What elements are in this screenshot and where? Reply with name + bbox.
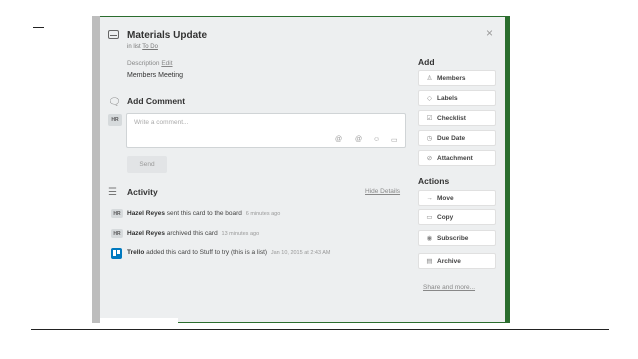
activity-item: Hazel Reyes archived this card 13 minute…	[127, 230, 259, 237]
avatar[interactable]: HR	[111, 229, 123, 238]
activity-user[interactable]: Hazel Reyes	[127, 230, 165, 237]
button-label: Checklist	[437, 114, 466, 122]
members-button[interactable]: ♙ Members	[418, 70, 496, 86]
checklist-icon: ☑	[426, 115, 433, 122]
comment-input[interactable]: Write a comment... @ @ ☺ ▭	[126, 113, 406, 148]
person-icon: ♙	[426, 75, 433, 82]
card-icon	[108, 30, 119, 39]
mention-icon[interactable]: @	[335, 136, 342, 143]
avatar[interactable]: HR	[111, 209, 123, 218]
send-button[interactable]: Send	[127, 156, 167, 173]
arrow-right-icon: →	[426, 194, 433, 202]
add-heading: Add	[418, 57, 435, 67]
emoji-icon[interactable]: ☺	[373, 136, 380, 143]
activity-text: sent this card to the board	[166, 210, 242, 217]
description-label: Description	[127, 60, 160, 67]
move-button[interactable]: → Move	[418, 190, 496, 206]
share-and-more-link[interactable]: Share and more...	[423, 284, 475, 291]
slide-divider-line	[31, 329, 609, 330]
attachment-button[interactable]: ⊘ Attachment	[418, 150, 496, 166]
activity-user[interactable]: Hazel Reyes	[127, 210, 165, 217]
button-label: Move	[437, 194, 454, 202]
comment-placeholder: Write a comment...	[134, 119, 189, 126]
trello-logo-icon	[111, 248, 122, 259]
button-label: Copy	[437, 213, 454, 221]
activity-text: added this card to Stuff to try (this is…	[146, 249, 268, 256]
button-label: Archive	[437, 257, 461, 265]
activity-time[interactable]: Jan 10, 2015 at 2:43 AM	[271, 250, 331, 256]
activity-heading: Activity	[127, 187, 158, 197]
card-title[interactable]: Materials Update	[127, 30, 207, 41]
activity-user[interactable]: Trello	[127, 249, 144, 256]
comment-icon: 🗨︎	[108, 97, 121, 108]
eye-icon: ◉	[426, 235, 433, 242]
due-date-button[interactable]: ◷ Due Date	[418, 130, 496, 146]
activity-item: Hazel Reyes sent this card to the board …	[127, 210, 280, 217]
edit-description-link[interactable]: Edit	[161, 60, 172, 67]
activity-icon: ☰	[108, 187, 117, 198]
subscribe-button[interactable]: ◉ Subscribe	[418, 230, 496, 246]
copy-icon: ▭	[426, 214, 433, 221]
checklist-button[interactable]: ☑ Checklist	[418, 110, 496, 126]
activity-time[interactable]: 6 minutes ago	[246, 211, 281, 217]
close-icon[interactable]: ×	[486, 26, 493, 40]
copy-button[interactable]: ▭ Copy	[418, 209, 496, 225]
label-icon: ◇	[427, 95, 432, 102]
actions-heading: Actions	[418, 176, 450, 186]
hide-details-link[interactable]: Hide Details	[365, 188, 400, 195]
activity-time[interactable]: 13 minutes ago	[222, 231, 260, 237]
list-name-link[interactable]: To Do	[142, 44, 158, 50]
labels-button[interactable]: ◇ Labels	[418, 90, 496, 106]
archive-icon: ▤	[426, 258, 433, 265]
button-label: Due Date	[437, 134, 466, 142]
description-label-row: Description Edit	[127, 60, 173, 67]
button-label: Members	[437, 74, 466, 82]
archive-button[interactable]: ▤ Archive	[418, 253, 496, 269]
board-left-strip	[92, 16, 100, 323]
bottom-tab	[100, 318, 178, 329]
avatar: HR	[108, 114, 122, 126]
add-comment-heading: Add Comment	[127, 96, 186, 106]
in-list-text: in list To Do	[127, 44, 158, 50]
at-icon[interactable]: @	[355, 136, 362, 143]
card-link-icon[interactable]: ▭	[391, 136, 398, 144]
description-text[interactable]: Members Meeting	[127, 72, 183, 79]
in-list-prefix: in list	[127, 44, 141, 50]
button-label: Attachment	[437, 154, 473, 162]
activity-text: archived this card	[166, 230, 218, 237]
slide-dash	[33, 27, 44, 28]
activity-item: Trello added this card to Stuff to try (…	[127, 249, 331, 256]
button-label: Labels	[437, 94, 458, 102]
clock-icon: ◷	[426, 135, 433, 142]
paperclip-icon: ⊘	[426, 155, 433, 162]
button-label: Subscribe	[437, 234, 469, 242]
